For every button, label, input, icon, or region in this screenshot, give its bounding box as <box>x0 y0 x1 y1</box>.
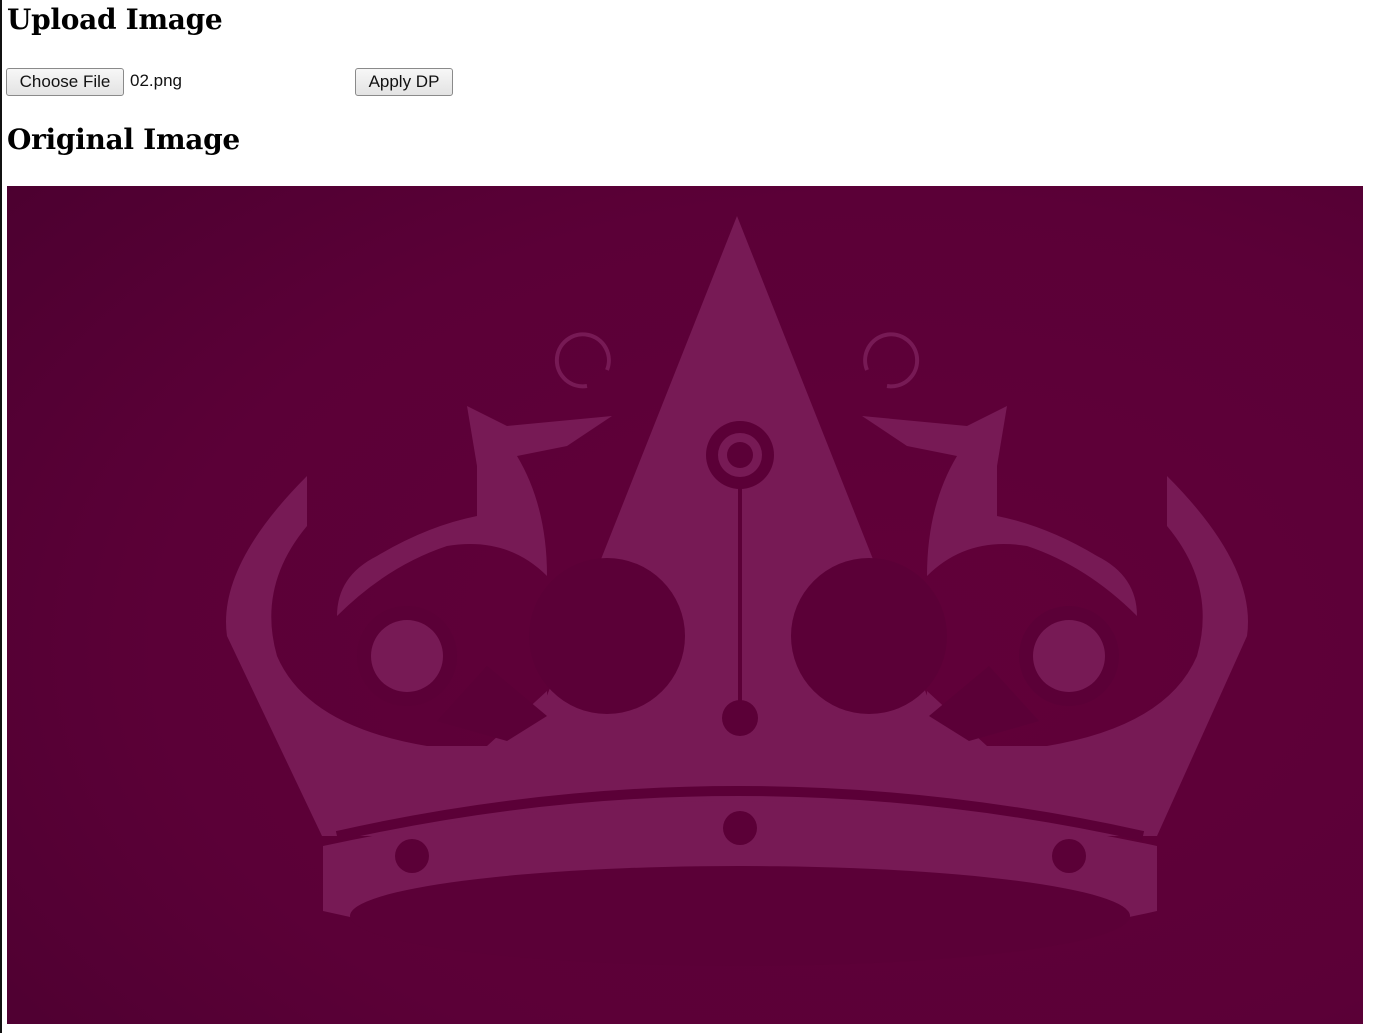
choose-file-button[interactable]: Choose File <box>6 68 124 96</box>
original-image-heading: Original Image <box>7 123 240 156</box>
crown-wallpaper-image <box>7 186 1363 1024</box>
original-image <box>7 186 1363 1024</box>
apply-dp-button[interactable]: Apply DP <box>355 68 453 96</box>
upload-image-heading: Upload Image <box>7 3 223 36</box>
selected-file-name: 02.png <box>130 71 182 90</box>
window-edge <box>0 0 2 1033</box>
